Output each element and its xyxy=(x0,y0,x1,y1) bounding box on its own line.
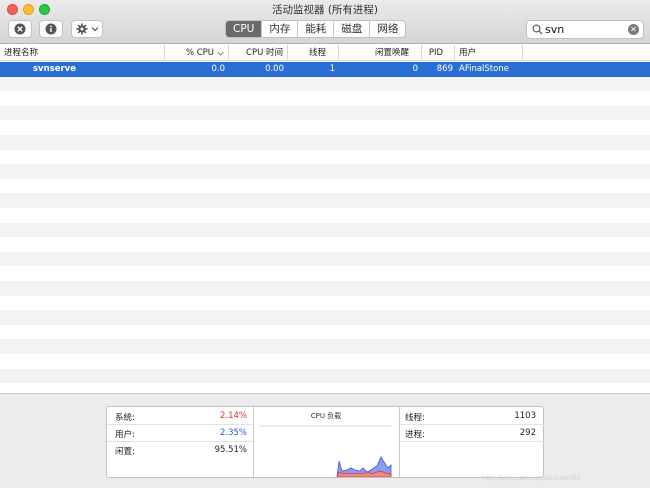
empty-row xyxy=(0,310,650,325)
empty-row xyxy=(0,222,650,238)
processes-label: 进程: xyxy=(405,430,425,440)
threads-value: 1 xyxy=(329,64,335,74)
empty-row xyxy=(0,208,650,223)
clear-search-icon[interactable]: ✕ xyxy=(628,24,639,35)
idle-wakeups-value: 0 xyxy=(412,64,418,74)
idle-label: 闲置: xyxy=(115,447,135,457)
empty-row xyxy=(0,150,650,165)
system-label: 系统: xyxy=(115,413,135,423)
column-header-idle-wakeups[interactable]: 闲置唤醒 xyxy=(339,45,422,61)
empty-row xyxy=(0,76,650,92)
tab-network[interactable]: 网络 xyxy=(369,21,405,37)
empty-row xyxy=(0,164,650,179)
pid-value: 869 xyxy=(436,64,453,74)
toolbar: 活动监视器 (所有进程) CPU 内存 能耗 磁盘 网络 svn ✕ xyxy=(0,0,650,44)
process-table: svnserve 0.0 0.00 1 0 869 AFinalStone xyxy=(0,62,650,393)
empty-row xyxy=(0,383,650,393)
column-header-cpu-time[interactable]: CPU 时间 xyxy=(229,45,288,61)
empty-row xyxy=(0,251,650,267)
column-header-cpu-percent-label: % CPU xyxy=(185,48,214,58)
inspect-process-button[interactable] xyxy=(39,20,63,38)
user-percent-value: 2.35% xyxy=(219,428,247,438)
column-header-cpu-percent[interactable]: % CPU xyxy=(165,45,229,61)
empty-row xyxy=(0,135,650,150)
processes-stat: 进程: 292 xyxy=(399,425,544,442)
empty-row xyxy=(0,354,650,369)
idle-value: 95.51% xyxy=(214,445,247,455)
table-row[interactable]: svnserve 0.0 0.00 1 0 869 AFinalStone xyxy=(0,62,650,77)
cpu-load-graph xyxy=(259,425,392,477)
user-value: AFinalStone xyxy=(459,64,509,74)
empty-row xyxy=(0,105,650,121)
empty-row xyxy=(0,91,650,106)
window-title: 活动监视器 (所有进程) xyxy=(271,4,379,16)
user-label: 用户: xyxy=(115,430,135,440)
cpu-time-value: 0.00 xyxy=(265,64,284,74)
tab-energy[interactable]: 能耗 xyxy=(297,21,333,37)
threads-total-value: 1103 xyxy=(514,411,536,421)
search-icon xyxy=(532,24,543,35)
info-icon xyxy=(45,23,57,35)
table-header: 进程名称 % CPU CPU 时间 线程 闲置唤醒 PID 用户 xyxy=(0,45,650,61)
search-field[interactable]: svn ✕ xyxy=(526,20,644,39)
watermark: http://blog.csdn.net/abc6368765 xyxy=(482,475,581,482)
empty-row xyxy=(0,296,650,311)
sort-descending-icon xyxy=(217,51,224,56)
column-header-threads[interactable]: 线程 xyxy=(288,45,339,61)
empty-row xyxy=(0,325,650,340)
stop-process-icon xyxy=(14,23,26,35)
activity-monitor-window: 活动监视器 (所有进程) CPU 内存 能耗 磁盘 网络 svn ✕ 进程名称 … xyxy=(0,0,650,488)
stop-process-button[interactable] xyxy=(8,20,32,38)
threads-label: 线程: xyxy=(405,413,425,423)
idle-stat: 闲置: 95.51% xyxy=(107,442,253,459)
view-tabs: CPU 内存 能耗 磁盘 网络 xyxy=(225,20,407,38)
system-stat: 系统: 2.14% xyxy=(107,408,253,425)
chevron-down-icon xyxy=(91,27,98,32)
empty-row xyxy=(0,120,650,135)
threads-stat: 线程: 1103 xyxy=(399,408,544,425)
cpu-load-title: CPU 负载 xyxy=(310,412,342,420)
tab-memory[interactable]: 内存 xyxy=(261,21,297,37)
tab-cpu[interactable]: CPU xyxy=(226,21,262,37)
empty-row xyxy=(0,193,650,208)
cpu-percent-value: 0.0 xyxy=(211,64,225,74)
empty-row xyxy=(0,237,650,252)
empty-row xyxy=(0,368,650,384)
system-value: 2.14% xyxy=(219,411,247,421)
processes-value: 292 xyxy=(519,428,536,438)
empty-row xyxy=(0,281,650,296)
empty-row xyxy=(0,179,650,194)
action-menu-button[interactable] xyxy=(71,20,103,38)
column-header-pid[interactable]: PID xyxy=(422,45,455,61)
empty-row xyxy=(0,266,650,281)
summary-area: 系统: 2.14% 用户: 2.35% 闲置: 95.51% CPU 负载 线程… xyxy=(0,393,650,488)
search-input[interactable]: svn xyxy=(545,23,564,36)
tab-disk[interactable]: 磁盘 xyxy=(333,21,369,37)
process-name: svnserve xyxy=(33,64,76,74)
summary-panel: 系统: 2.14% 用户: 2.35% 闲置: 95.51% CPU 负载 线程… xyxy=(106,406,544,478)
empty-row xyxy=(0,339,650,354)
column-header-user[interactable]: 用户 xyxy=(455,45,523,61)
column-header-process-name[interactable]: 进程名称 xyxy=(0,45,165,61)
gear-icon xyxy=(76,23,87,35)
user-stat: 用户: 2.35% xyxy=(107,425,253,442)
